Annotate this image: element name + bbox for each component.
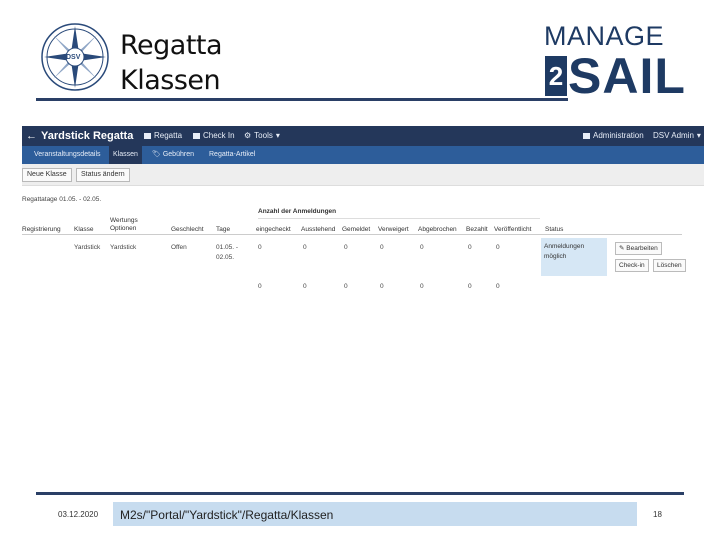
col-header-geschlecht: Geschlecht xyxy=(171,226,204,233)
topnav-label: Regatta xyxy=(154,131,183,140)
tab-veranstaltungsdetails[interactable]: Veranstaltungsdetails xyxy=(30,146,105,164)
table-header-rule xyxy=(22,234,682,235)
cell-tage-start: 01.05. - xyxy=(216,244,239,251)
col-header-tage: Tage xyxy=(216,226,231,233)
col-header-status: Status xyxy=(545,226,564,233)
tab-regatta-artikel[interactable]: Regatta-Artikel xyxy=(205,146,259,164)
gear-icon: ⚙ xyxy=(244,131,252,140)
cell-count-eingecheckt: 0 xyxy=(258,244,262,251)
delete-button[interactable]: Löschen xyxy=(653,259,686,272)
footer-divider xyxy=(36,492,684,495)
app-toolbar: Neue Klasse Status ändern xyxy=(22,164,704,186)
slide-title-line2: Klassen xyxy=(120,65,221,96)
slide: DSV Regatta Klassen MANAGE 2 SAIL ← Yard… xyxy=(0,0,720,540)
total-veroeffentlicht: 0 xyxy=(496,283,500,290)
manage2sail-logo: MANAGE 2 SAIL xyxy=(544,20,688,104)
status-line1: Anmeldungen xyxy=(544,243,585,250)
cell-count-bezahlt: 0 xyxy=(468,244,472,251)
topnav-label: Check In xyxy=(203,131,235,140)
cell-wertung: Yardstick xyxy=(110,244,137,251)
topnav-administration[interactable]: Administration xyxy=(583,131,644,141)
footer-date: 03.12.2020 xyxy=(58,510,99,519)
cell-tage-end: 02.05. xyxy=(216,254,235,261)
caret-down-icon: ▾ xyxy=(275,131,280,140)
tag-icon: 🏷 xyxy=(152,151,161,158)
app-screenshot: ← Yardstick Regatta Regatta Check In ⚙ T… xyxy=(22,126,704,426)
slide-title: Regatta Klassen xyxy=(120,28,223,98)
checkin-icon xyxy=(193,133,200,139)
col-header-eingecheckt: eingecheckt xyxy=(256,226,291,233)
col-header-gemeldet: Gemeldet xyxy=(342,226,371,233)
checkin-button[interactable]: Check-in xyxy=(615,259,649,272)
tab-klassen[interactable]: Klassen xyxy=(109,146,142,164)
col-header-klasse: Klasse xyxy=(74,226,94,233)
topnav-label: Tools xyxy=(254,131,273,140)
app-topbar: ← Yardstick Regatta Regatta Check In ⚙ T… xyxy=(22,126,704,146)
topnav-label: DSV Admin xyxy=(653,131,694,140)
cell-geschlecht: Offen xyxy=(171,244,187,251)
back-arrow-icon[interactable]: ← xyxy=(26,129,37,143)
topnav-regatta[interactable]: Regatta xyxy=(144,131,182,141)
cell-count-veroeffentlicht: 0 xyxy=(496,244,500,251)
col-header-bezahlt: Bezahlt xyxy=(466,226,488,233)
tab-gebuehren[interactable]: 🏷 Gebühren xyxy=(148,146,198,164)
topnav-tools[interactable]: ⚙ Tools ▾ xyxy=(244,131,280,141)
total-bezahlt: 0 xyxy=(468,283,472,290)
pencil-icon: ✎ xyxy=(619,245,625,252)
grid-icon xyxy=(144,133,151,139)
topnav-user-menu[interactable]: DSV Admin ▾ xyxy=(653,131,701,141)
col-header-verweigert: Verweigert xyxy=(378,226,409,233)
regatta-days: Regattatage 01.05. - 02.05. xyxy=(22,196,102,203)
col-header-registrierung: Registrierung xyxy=(22,226,61,233)
dsv-logo-letters: DSV xyxy=(66,54,81,61)
cell-count-gemeldet: 0 xyxy=(344,244,348,251)
topnav-label: Administration xyxy=(593,131,644,140)
logo-two-box: 2 xyxy=(545,56,567,96)
col-header-veroeffentlicht: Veröffentlicht xyxy=(494,226,532,233)
total-verweigert: 0 xyxy=(380,283,384,290)
topnav-checkin[interactable]: Check In xyxy=(193,131,235,141)
col-header-wertung: Wertungs Optionen xyxy=(110,217,138,232)
group-header: Anzahl der Anmeldungen xyxy=(258,208,337,215)
total-eingecheckt: 0 xyxy=(258,283,262,290)
slide-title-line1: Regatta xyxy=(120,30,223,61)
cell-klasse[interactable]: Yardstick xyxy=(74,243,100,252)
status-line2: möglich xyxy=(544,253,567,260)
logo-sail-text: SAIL xyxy=(568,48,686,104)
grid-icon xyxy=(583,133,590,139)
cell-count-verweigert: 0 xyxy=(380,244,384,251)
title-divider xyxy=(36,98,568,101)
app-subnav: Veranstaltungsdetails Klassen 🏷 Gebühren… xyxy=(22,146,704,164)
new-class-button[interactable]: Neue Klasse xyxy=(22,168,72,182)
status-badge: Anmeldungen möglich xyxy=(541,238,607,276)
app-title: Yardstick Regatta xyxy=(41,130,134,142)
footer-path: M2s/"Portal/"Yardstick"/Regatta/Klassen xyxy=(113,502,637,526)
group-header-rule xyxy=(258,218,540,219)
caret-down-icon: ▾ xyxy=(696,131,701,140)
cell-count-abgebrochen: 0 xyxy=(420,244,424,251)
tab-label: Gebühren xyxy=(162,151,194,158)
page-number: 18 xyxy=(653,510,662,519)
edit-button-label: Bearbeiten xyxy=(626,245,658,252)
total-gemeldet: 0 xyxy=(344,283,348,290)
total-abgebrochen: 0 xyxy=(420,283,424,290)
col-header-ausstehend: Ausstehend xyxy=(301,226,336,233)
total-ausstehend: 0 xyxy=(303,283,307,290)
edit-button[interactable]: ✎ Bearbeiten xyxy=(615,242,662,255)
change-status-button[interactable]: Status ändern xyxy=(76,168,130,182)
cell-count-ausstehend: 0 xyxy=(303,244,307,251)
col-header-abgebrochen: Abgebrochen xyxy=(418,226,457,233)
